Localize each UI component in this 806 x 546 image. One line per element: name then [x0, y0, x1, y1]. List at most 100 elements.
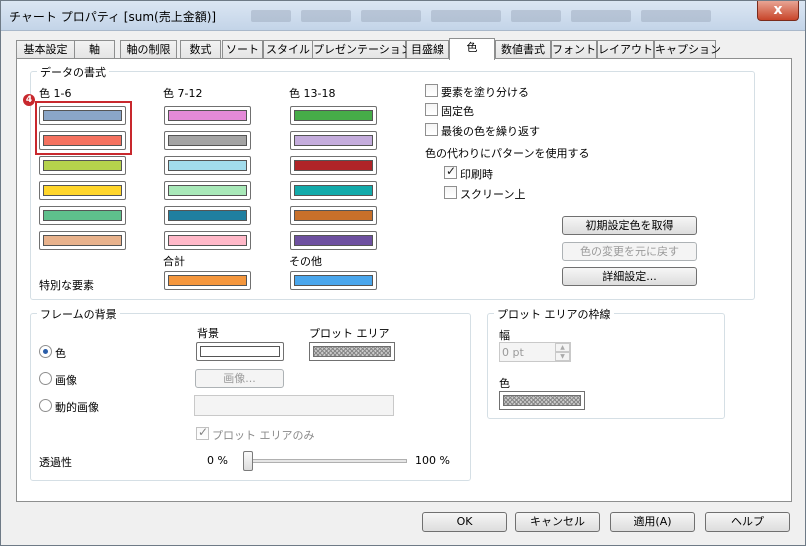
undo-color-changes-button[interactable]: 色の変更を元に戻す — [562, 242, 697, 261]
transparency-slider-track[interactable] — [243, 459, 407, 463]
color-radio[interactable] — [39, 345, 52, 358]
fixed-color-label: 固定色 — [441, 105, 474, 118]
repeat-last-color-label: 最後の色を繰り返す — [441, 125, 540, 138]
swatch-fill — [294, 135, 373, 146]
image-radio[interactable] — [39, 372, 52, 385]
swatch-fill — [294, 185, 373, 196]
swatch-fill — [294, 160, 373, 171]
background-color-swatch[interactable] — [196, 342, 284, 361]
blurred-menu-item — [251, 10, 291, 22]
color-swatch-16[interactable] — [290, 181, 377, 200]
help-button[interactable]: ヘルプ — [705, 512, 790, 532]
colors-7-12-label: 色 7-12 — [163, 87, 203, 100]
tab-font[interactable]: フォント — [551, 40, 597, 59]
plot-area-label: プロット エリア — [309, 327, 390, 340]
apply-button[interactable]: 適用(A) — [610, 512, 695, 532]
on-print-label: 印刷時 — [460, 168, 493, 181]
tab-label: プレゼンテーション — [313, 43, 412, 56]
tab-style[interactable]: スタイル — [263, 40, 313, 59]
color-swatch-8[interactable] — [164, 131, 251, 150]
color-swatch-6[interactable] — [39, 231, 126, 250]
color-swatch-10[interactable] — [164, 181, 251, 200]
button-label: 色の変更を元に戻す — [580, 245, 679, 258]
advanced-settings-button[interactable]: 詳細設定... — [562, 267, 697, 286]
plot-area-only-label: プロット エリアのみ — [212, 429, 315, 442]
spin-down-icon[interactable]: ▼ — [555, 352, 570, 361]
tab-label: フォント — [552, 43, 596, 56]
title-bar[interactable]: チャート プロパティ [sum(売上金額)] x — [1, 1, 805, 31]
color-swatch-12[interactable] — [164, 231, 251, 250]
swatch-fill — [168, 185, 247, 196]
color-swatch-13[interactable] — [290, 106, 377, 125]
swatch-fill — [168, 275, 247, 286]
background-label: 背景 — [197, 327, 219, 340]
colors-13-18-label: 色 13-18 — [289, 87, 336, 100]
swatch-fill — [168, 110, 247, 121]
tab-label: レイアウト — [598, 43, 653, 56]
tab-axis-limits[interactable]: 軸の制限 — [120, 40, 177, 59]
get-default-colors-button[interactable]: 初期設定色を取得 — [562, 216, 697, 235]
color-swatch-11[interactable] — [164, 206, 251, 225]
tab-general[interactable]: 基本設定 — [16, 40, 75, 59]
tab-layout[interactable]: レイアウト — [597, 40, 654, 59]
color-swatch-14[interactable] — [290, 131, 377, 150]
close-button[interactable]: x — [757, 1, 799, 21]
cancel-button[interactable]: キャンセル — [515, 512, 600, 532]
on-screen-label: スクリーン上 — [460, 188, 526, 201]
button-label: 初期設定色を取得 — [585, 219, 674, 232]
color-swatch-9[interactable] — [164, 156, 251, 175]
color-swatch-5[interactable] — [39, 206, 126, 225]
swatch-fill — [168, 135, 247, 146]
swatch-fill — [43, 110, 122, 121]
fixed-color-checkbox[interactable] — [425, 103, 438, 116]
color-swatch-4[interactable] — [39, 181, 126, 200]
tab-label: 軸 — [89, 43, 100, 56]
image-radio-label: 画像 — [55, 374, 77, 387]
button-label: 詳細設定... — [602, 270, 657, 283]
window-title: チャート プロパティ [sum(売上金額)] — [9, 10, 217, 24]
on-print-checkbox[interactable] — [444, 164, 457, 179]
tab-presentation[interactable]: プレゼンテーション — [312, 40, 412, 59]
border-color-swatch[interactable] — [499, 391, 585, 410]
other-color-swatch[interactable] — [290, 271, 377, 290]
image-button[interactable]: 画像... — [195, 369, 284, 388]
color-swatch-18[interactable] — [290, 231, 377, 250]
color-swatch-3[interactable] — [39, 156, 126, 175]
button-label: ヘルプ — [731, 515, 764, 528]
swatch-fill — [43, 235, 122, 246]
swatch-fill — [43, 160, 122, 171]
plot-area-color-swatch[interactable] — [309, 342, 395, 361]
tab-caption[interactable]: キャプション — [654, 40, 721, 59]
color-swatch-17[interactable] — [290, 206, 377, 225]
special-elements-label: 特別な要素 — [39, 279, 94, 292]
dynamic-image-input[interactable] — [194, 395, 394, 416]
color-swatch-1[interactable] — [39, 106, 126, 125]
swatch-fill — [168, 235, 247, 246]
tab-label: キャプション — [655, 43, 721, 56]
swatch-fill — [294, 110, 373, 121]
dynamic-image-radio-label: 動的画像 — [55, 401, 99, 414]
spin-up-icon[interactable]: ▲ — [555, 343, 570, 352]
tab-axis[interactable]: 軸 — [74, 40, 115, 59]
ok-button[interactable]: OK — [422, 512, 507, 532]
on-screen-checkbox[interactable] — [444, 186, 457, 199]
fill-by-element-checkbox[interactable] — [425, 84, 438, 97]
tab-expressions[interactable]: 数式 — [180, 40, 221, 59]
color-swatch-7[interactable] — [164, 106, 251, 125]
tab-number-format[interactable]: 数値書式 — [495, 40, 551, 59]
hatched-pattern-fill — [313, 346, 391, 357]
tab-label: 数値書式 — [501, 43, 545, 56]
repeat-last-color-checkbox[interactable] — [425, 123, 438, 136]
hatched-pattern-fill — [503, 395, 581, 406]
tab-sort[interactable]: ソート — [222, 40, 263, 59]
tab-gridlines[interactable]: 目盛線 — [406, 40, 449, 59]
dynamic-image-radio[interactable] — [39, 399, 52, 412]
transparency-slider-thumb[interactable] — [243, 451, 253, 471]
total-color-swatch[interactable] — [164, 271, 251, 290]
color-swatch-15[interactable] — [290, 156, 377, 175]
blurred-menu-item — [361, 10, 421, 22]
plot-area-only-checkbox[interactable] — [196, 425, 209, 440]
color-swatch-2[interactable] — [39, 131, 126, 150]
tab-colors[interactable]: 色 — [449, 38, 495, 60]
tab-label: 軸の制限 — [126, 43, 171, 56]
